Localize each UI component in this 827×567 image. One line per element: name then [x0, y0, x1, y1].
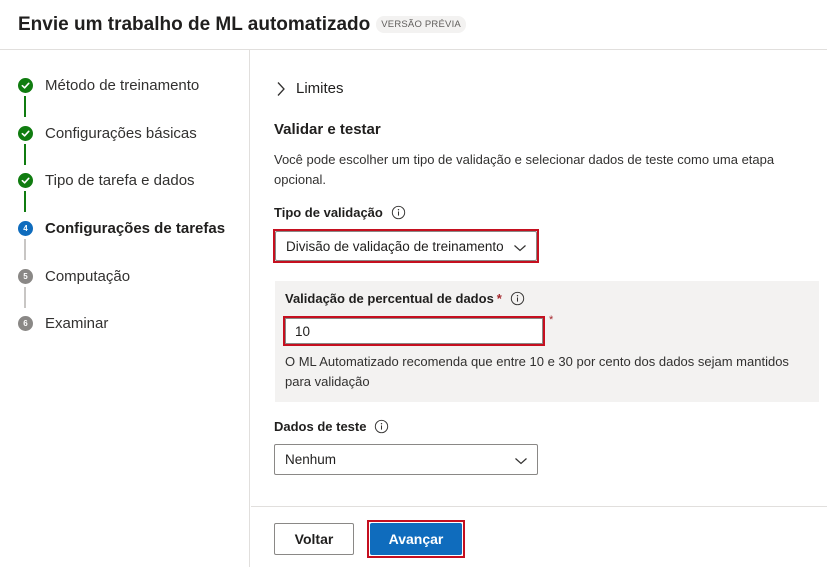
validation-type-dropdown[interactable]: Divisão de validação de treinamento — [275, 231, 537, 261]
checkmark-icon — [18, 77, 33, 93]
main-content: Limites Validar e testar Você pode escol… — [251, 50, 827, 567]
step-computacao[interactable]: 5 Computação — [18, 264, 130, 288]
step-examinar[interactable]: 6 Examinar — [18, 311, 108, 335]
step-number-badge: 6 — [18, 315, 33, 331]
step-label: Tipo de tarefa e dados — [45, 171, 195, 189]
required-asterisk: * — [549, 314, 554, 326]
info-icon[interactable] — [374, 419, 389, 434]
step-connector — [24, 239, 26, 260]
wizard-footer: Voltar Avançar — [251, 506, 827, 567]
preview-badge: VERSÃO PRÉVIA — [376, 16, 466, 33]
section-title: Validar e testar — [274, 121, 381, 138]
test-data-label-text: Dados de teste — [274, 419, 367, 434]
limits-expander[interactable]: Limites — [276, 80, 344, 97]
page-title: Envie um trabalho de ML automatizado — [18, 13, 371, 35]
step-label: Configurações de tarefas — [45, 219, 226, 237]
back-button[interactable]: Voltar — [274, 523, 354, 555]
page-header: Envie um trabalho de ML automatizado VER… — [0, 0, 827, 50]
step-tipo-de-tarefa-e-dados[interactable]: Tipo de tarefa e dados — [18, 168, 195, 192]
step-label: Examinar — [45, 314, 109, 332]
step-label: Configurações básicas — [45, 124, 197, 142]
step-metodo-de-treinamento[interactable]: Método de treinamento — [18, 73, 199, 97]
limits-label: Limites — [296, 80, 344, 97]
validation-type-label: Tipo de validação — [274, 205, 406, 220]
validation-type-value: Divisão de validação de treinamento — [286, 238, 504, 254]
chevron-down-icon — [513, 241, 527, 256]
checkmark-icon — [18, 125, 33, 141]
test-data-label: Dados de teste — [274, 419, 389, 434]
percent-validation-value: 10 — [295, 323, 311, 339]
info-icon[interactable] — [391, 205, 406, 220]
step-number-badge: 5 — [18, 268, 33, 284]
step-number-badge: 4 — [18, 220, 33, 236]
test-data-dropdown[interactable]: Nenhum — [274, 444, 538, 475]
step-configuracoes-de-tarefas[interactable]: 4 Configurações de tarefas — [18, 216, 225, 240]
percent-validation-hint: O ML Automatizado recomenda que entre 10… — [285, 354, 789, 389]
percent-validation-label: Validação de percentual de dados * — [285, 291, 525, 306]
step-connector — [24, 96, 26, 117]
step-label: Computação — [45, 267, 131, 285]
next-button[interactable]: Avançar — [370, 523, 462, 555]
validation-type-label-text: Tipo de validação — [274, 205, 383, 220]
wizard-steps-sidebar: Método de treinamento Configurações bási… — [0, 50, 250, 567]
step-connector — [24, 287, 26, 308]
percent-validation-panel: Validação de percentual de dados * 10 * … — [275, 281, 819, 402]
step-configuracoes-basicas[interactable]: Configurações básicas — [18, 121, 197, 145]
checkmark-icon — [18, 172, 33, 188]
required-asterisk: * — [496, 291, 502, 306]
info-icon[interactable] — [510, 291, 525, 306]
step-connector — [24, 191, 26, 212]
section-description: Você pode escolher um tipo de validação … — [274, 152, 775, 187]
chevron-down-icon — [514, 454, 528, 469]
test-data-value: Nenhum — [285, 452, 337, 467]
step-label: Método de treinamento — [45, 76, 200, 94]
step-connector — [24, 144, 26, 165]
percent-validation-label-text: Validação de percentual de dados — [285, 291, 494, 306]
chevron-right-icon — [276, 81, 286, 97]
percent-validation-input[interactable]: 10 — [285, 318, 543, 344]
